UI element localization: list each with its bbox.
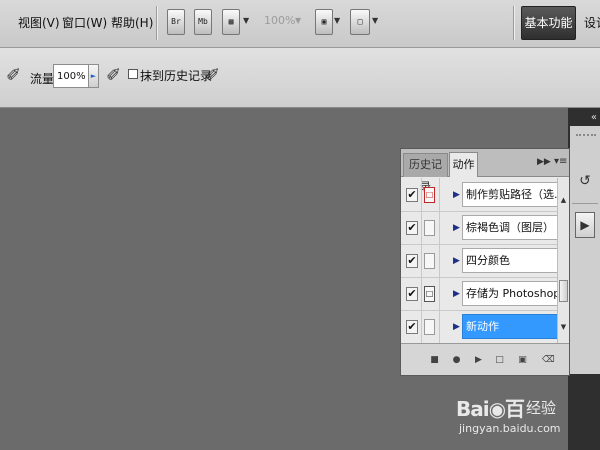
action-label[interactable]: 存储为 Photoshop P... (462, 281, 558, 306)
extras-icon[interactable]: ▦ (222, 9, 240, 35)
workspace-design-button[interactable]: 设计 (584, 14, 600, 31)
dialog-toggle-icon[interactable] (424, 319, 435, 335)
dock-panel (570, 126, 600, 374)
expand-triangle-icon[interactable]: ▶ (453, 286, 460, 302)
menu-window[interactable]: 窗口(W) (62, 14, 107, 32)
check-icon[interactable]: ✔ (406, 320, 418, 334)
watermark: Bai◉百 经验 jingyan.baidu.com (456, 393, 576, 443)
action-label[interactable]: 新动作 (462, 314, 558, 339)
expand-triangle-icon[interactable]: ▶ (453, 319, 460, 335)
screen-mode-icon[interactable]: □ (350, 9, 370, 35)
chevron-down-icon: ▼ (295, 16, 302, 25)
chevron-down-icon[interactable]: ▼ (243, 16, 249, 25)
scroll-down-icon[interactable]: ▼ (558, 321, 569, 333)
list-item[interactable]: ✔ ▶ 四分颜色 (401, 244, 559, 277)
record-icon[interactable]: ● (451, 354, 462, 366)
zoom-level[interactable]: 100% (264, 14, 295, 27)
erase-to-history-label: 抹到历史记录 (140, 69, 213, 83)
list-item[interactable]: ✔ □ ▶ 制作剪贴路径（选... (401, 178, 559, 211)
baidu-logo: Bai◉百 (456, 397, 525, 421)
check-icon[interactable]: ✔ (406, 254, 418, 268)
dock-separator (572, 203, 598, 204)
menu-help[interactable]: 帮助(H) (111, 14, 153, 32)
panel-header: 历史记录 动作 ▶▶ ▾≡ (401, 149, 569, 193)
flow-input[interactable] (53, 64, 89, 88)
dialog-toggle-icon[interactable] (424, 220, 435, 236)
arrange-documents-icon[interactable]: ▣ (315, 9, 333, 35)
panel-menu-icon[interactable]: ▾≡ (554, 156, 567, 167)
chevron-down-icon[interactable]: ▼ (372, 16, 378, 25)
chevron-down-icon[interactable]: ▼ (334, 16, 340, 25)
workspace-essentials-button[interactable]: 基本功能 (521, 6, 576, 40)
expand-triangle-icon[interactable]: ▶ (453, 253, 460, 269)
new-action-icon[interactable]: ▣ (517, 354, 528, 366)
dock-grip[interactable] (576, 134, 596, 138)
scroll-up-icon[interactable]: ▲ (558, 194, 569, 206)
jingyan-mark: 经验 (526, 399, 557, 417)
play-icon[interactable]: ▶ (473, 354, 484, 366)
dialog-toggle-icon[interactable] (424, 253, 435, 269)
double-arrow-right-icon[interactable]: ▶▶ (537, 157, 551, 167)
flow-dropdown-arrow[interactable]: ► (89, 64, 99, 88)
list-item[interactable]: ✔ □ ▶ 存储为 Photoshop P... (401, 277, 559, 310)
column-divider (439, 178, 440, 343)
airbrush-toggle-icon[interactable]: ✐ (106, 65, 121, 86)
mini-bridge-icon[interactable]: Mb (194, 9, 212, 35)
pressure-icon[interactable]: ✐ (205, 65, 220, 86)
tab-history[interactable]: 历史记录 (403, 153, 448, 193)
check-icon[interactable]: ✔ (406, 221, 418, 235)
list-scrollbar[interactable]: ▲ ▼ (557, 178, 569, 343)
action-list: ✔ □ ▶ 制作剪贴路径（选... ✔ ▶ 棕褐色调（图层） ✔ ▶ 四分颜色 … (401, 178, 569, 343)
watermark-url: jingyan.baidu.com (459, 422, 561, 435)
action-label[interactable]: 棕褐色调（图层） (462, 215, 558, 240)
workspace-separator (513, 6, 514, 40)
bridge-icon[interactable]: Br (167, 9, 185, 35)
airbrush-icon[interactable]: ✐ (6, 65, 21, 86)
tab-actions[interactable]: 动作 (449, 152, 478, 177)
action-label[interactable]: 制作剪贴路径（选... (462, 182, 558, 207)
options-bar: ✐ 流量 ► ✐ 抹到历史记录 ✐ (0, 48, 600, 108)
list-item[interactable]: ✔ ▶ 棕褐色调（图层） (401, 211, 559, 244)
menu-bar: 视图(V) 窗口(W) 帮助(H) Br Mb ▦ ▼ 100% ▼ ▣ ▼ □… (0, 0, 600, 48)
history-icon[interactable]: ↺ (575, 171, 595, 191)
action-label[interactable]: 四分颜色 (462, 248, 558, 273)
stop-icon[interactable]: ■ (429, 354, 440, 366)
double-chevron-icon[interactable]: « (568, 112, 600, 124)
expand-triangle-icon[interactable]: ▶ (453, 187, 460, 203)
erase-to-history-checkbox[interactable] (128, 69, 138, 79)
dialog-toggle-icon[interactable]: □ (424, 286, 435, 302)
list-item[interactable]: ✔ ▶ 新动作 (401, 310, 559, 343)
expand-triangle-icon[interactable]: ▶ (453, 220, 460, 236)
delete-icon[interactable]: ⌫ (542, 354, 555, 366)
actions-panel: 历史记录 动作 ▶▶ ▾≡ ✔ □ ▶ 制作剪贴路径（选... ✔ ▶ 棕褐色调… (400, 148, 570, 376)
panel-footer: ■ ● ▶ □ ▣ ⌫ (401, 343, 569, 375)
check-icon[interactable]: ✔ (406, 287, 418, 301)
check-icon[interactable]: ✔ (406, 188, 418, 202)
dialog-toggle-icon[interactable]: □ (424, 187, 435, 203)
scroll-thumb[interactable] (559, 280, 568, 302)
column-divider (421, 178, 422, 343)
menu-view[interactable]: 视图(V) (18, 14, 60, 32)
play-icon[interactable]: ▶ (575, 212, 595, 238)
new-set-icon[interactable]: □ (494, 354, 505, 366)
menu-separator (156, 6, 157, 40)
flow-label: 流量 (30, 72, 55, 86)
